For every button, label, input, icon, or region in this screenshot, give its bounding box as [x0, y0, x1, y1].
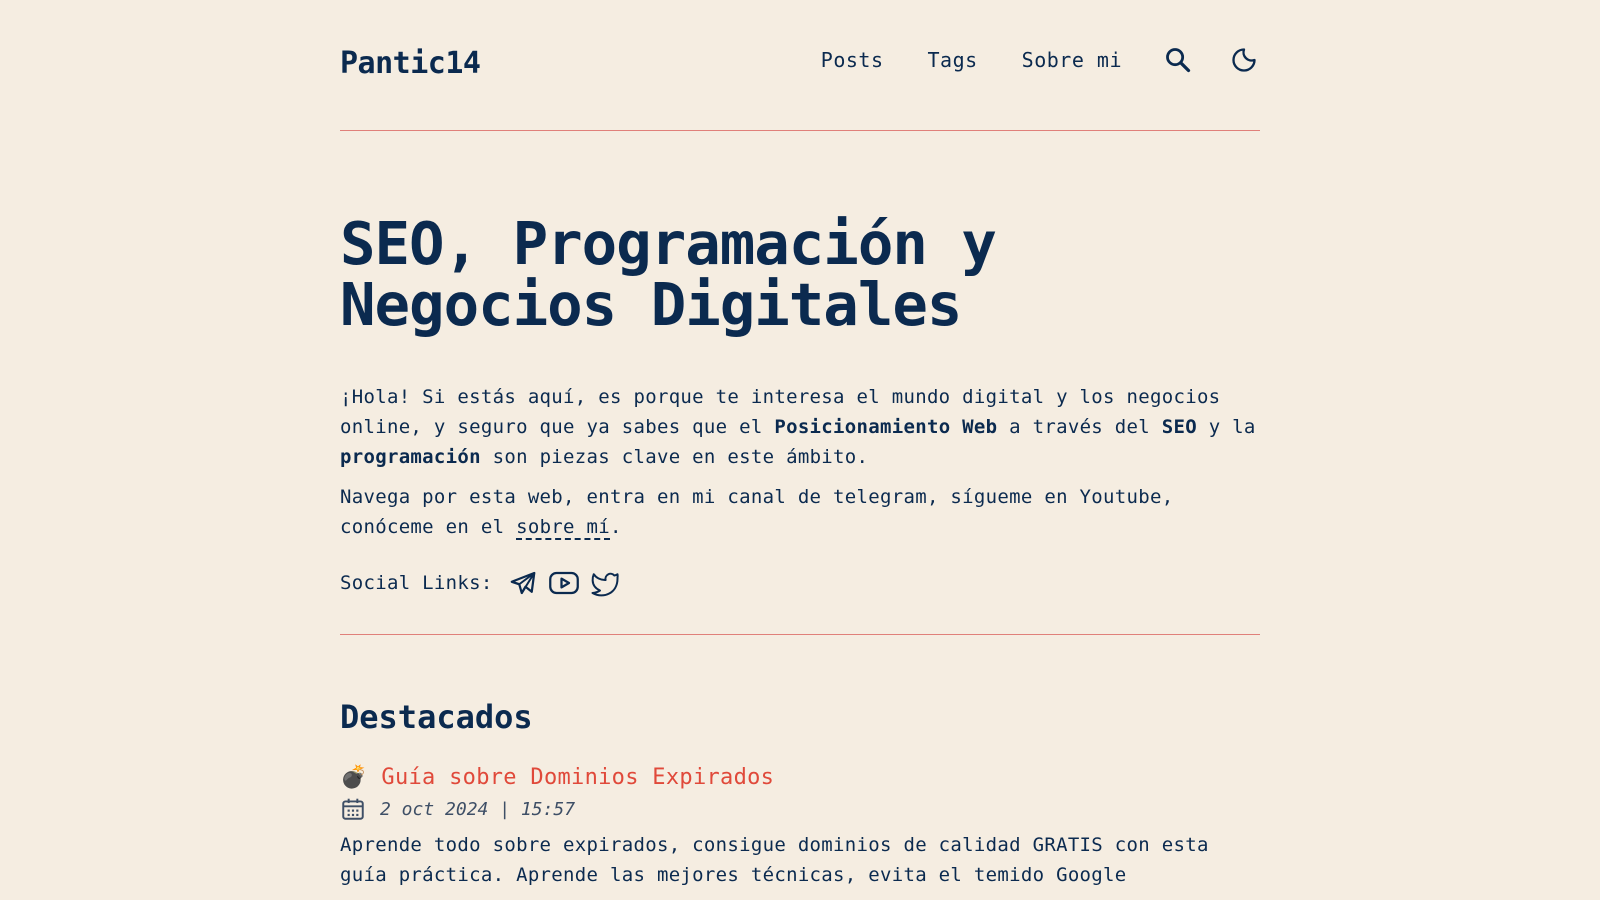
moon-icon	[1232, 48, 1256, 72]
twitter-link[interactable]	[589, 568, 621, 598]
social-label: Social Links:	[340, 572, 493, 594]
intro-text: y la	[1196, 416, 1256, 438]
nav-link-sobre-mi[interactable]: Sobre mi	[1022, 48, 1122, 72]
section-divider	[340, 634, 1260, 635]
telegram-link[interactable]	[507, 568, 539, 598]
main-nav: Posts Tags Sobre mi	[821, 44, 1260, 76]
nav-link-posts[interactable]: Posts	[821, 48, 884, 72]
hero-title-line2: Negocios Digitales	[340, 270, 962, 339]
intro-text: a través del	[997, 416, 1162, 438]
search-icon	[1166, 48, 1191, 73]
site-logo[interactable]: Pantic14	[340, 46, 481, 81]
intro-bold-programacion: programación	[340, 446, 481, 468]
intro-paragraph: ¡Hola! Si estás aquí, es porque te inter…	[340, 382, 1260, 472]
intro-text: son piezas clave en este ámbito.	[480, 446, 869, 468]
theme-toggle-button[interactable]	[1228, 44, 1260, 76]
intro-bold-seo: SEO	[1161, 416, 1197, 438]
intro-paragraph-2: Navega por esta web, entra en mi canal d…	[340, 482, 1260, 542]
hero-title-line1: SEO, Programación y	[340, 209, 997, 278]
site-header: Pantic14 Posts Tags Sobre mi	[340, 0, 1260, 131]
about-link[interactable]: sobre mí	[516, 516, 611, 540]
page-container: Pantic14 Posts Tags Sobre mi SEO, Progra…	[340, 0, 1260, 886]
intro-bold-posicionamiento: Posicionamiento Web	[774, 416, 998, 438]
youtube-icon	[548, 571, 579, 595]
youtube-link[interactable]	[547, 568, 581, 598]
bomb-icon: 💣	[340, 765, 368, 790]
post-title-link[interactable]: Guía sobre Dominios Expirados	[381, 765, 774, 790]
calendar-icon	[342, 798, 364, 820]
post-date-row: 2 oct 2024 | 15:57	[340, 796, 1260, 822]
hero-title: SEO, Programación y Negocios Digitales	[340, 213, 1260, 335]
search-button[interactable]	[1162, 44, 1194, 76]
post-date: 2 oct 2024 | 15:57	[380, 798, 576, 820]
featured-section-title: Destacados	[340, 698, 533, 736]
post-description: Aprende todo sobre expirados, consigue d…	[340, 834, 1209, 886]
intro2-text: Navega por esta web, entra en mi canal d…	[340, 486, 1174, 538]
intro2-text: .	[610, 516, 622, 538]
telegram-icon	[510, 571, 535, 595]
nav-link-tags[interactable]: Tags	[928, 48, 978, 72]
post-title-row: 💣 Guía sobre Dominios Expirados	[340, 765, 1260, 790]
featured-post: 💣 Guía sobre Dominios Expirados 2 oct 20…	[340, 765, 1260, 890]
social-links: Social Links:	[340, 568, 629, 598]
twitter-icon	[591, 572, 619, 597]
